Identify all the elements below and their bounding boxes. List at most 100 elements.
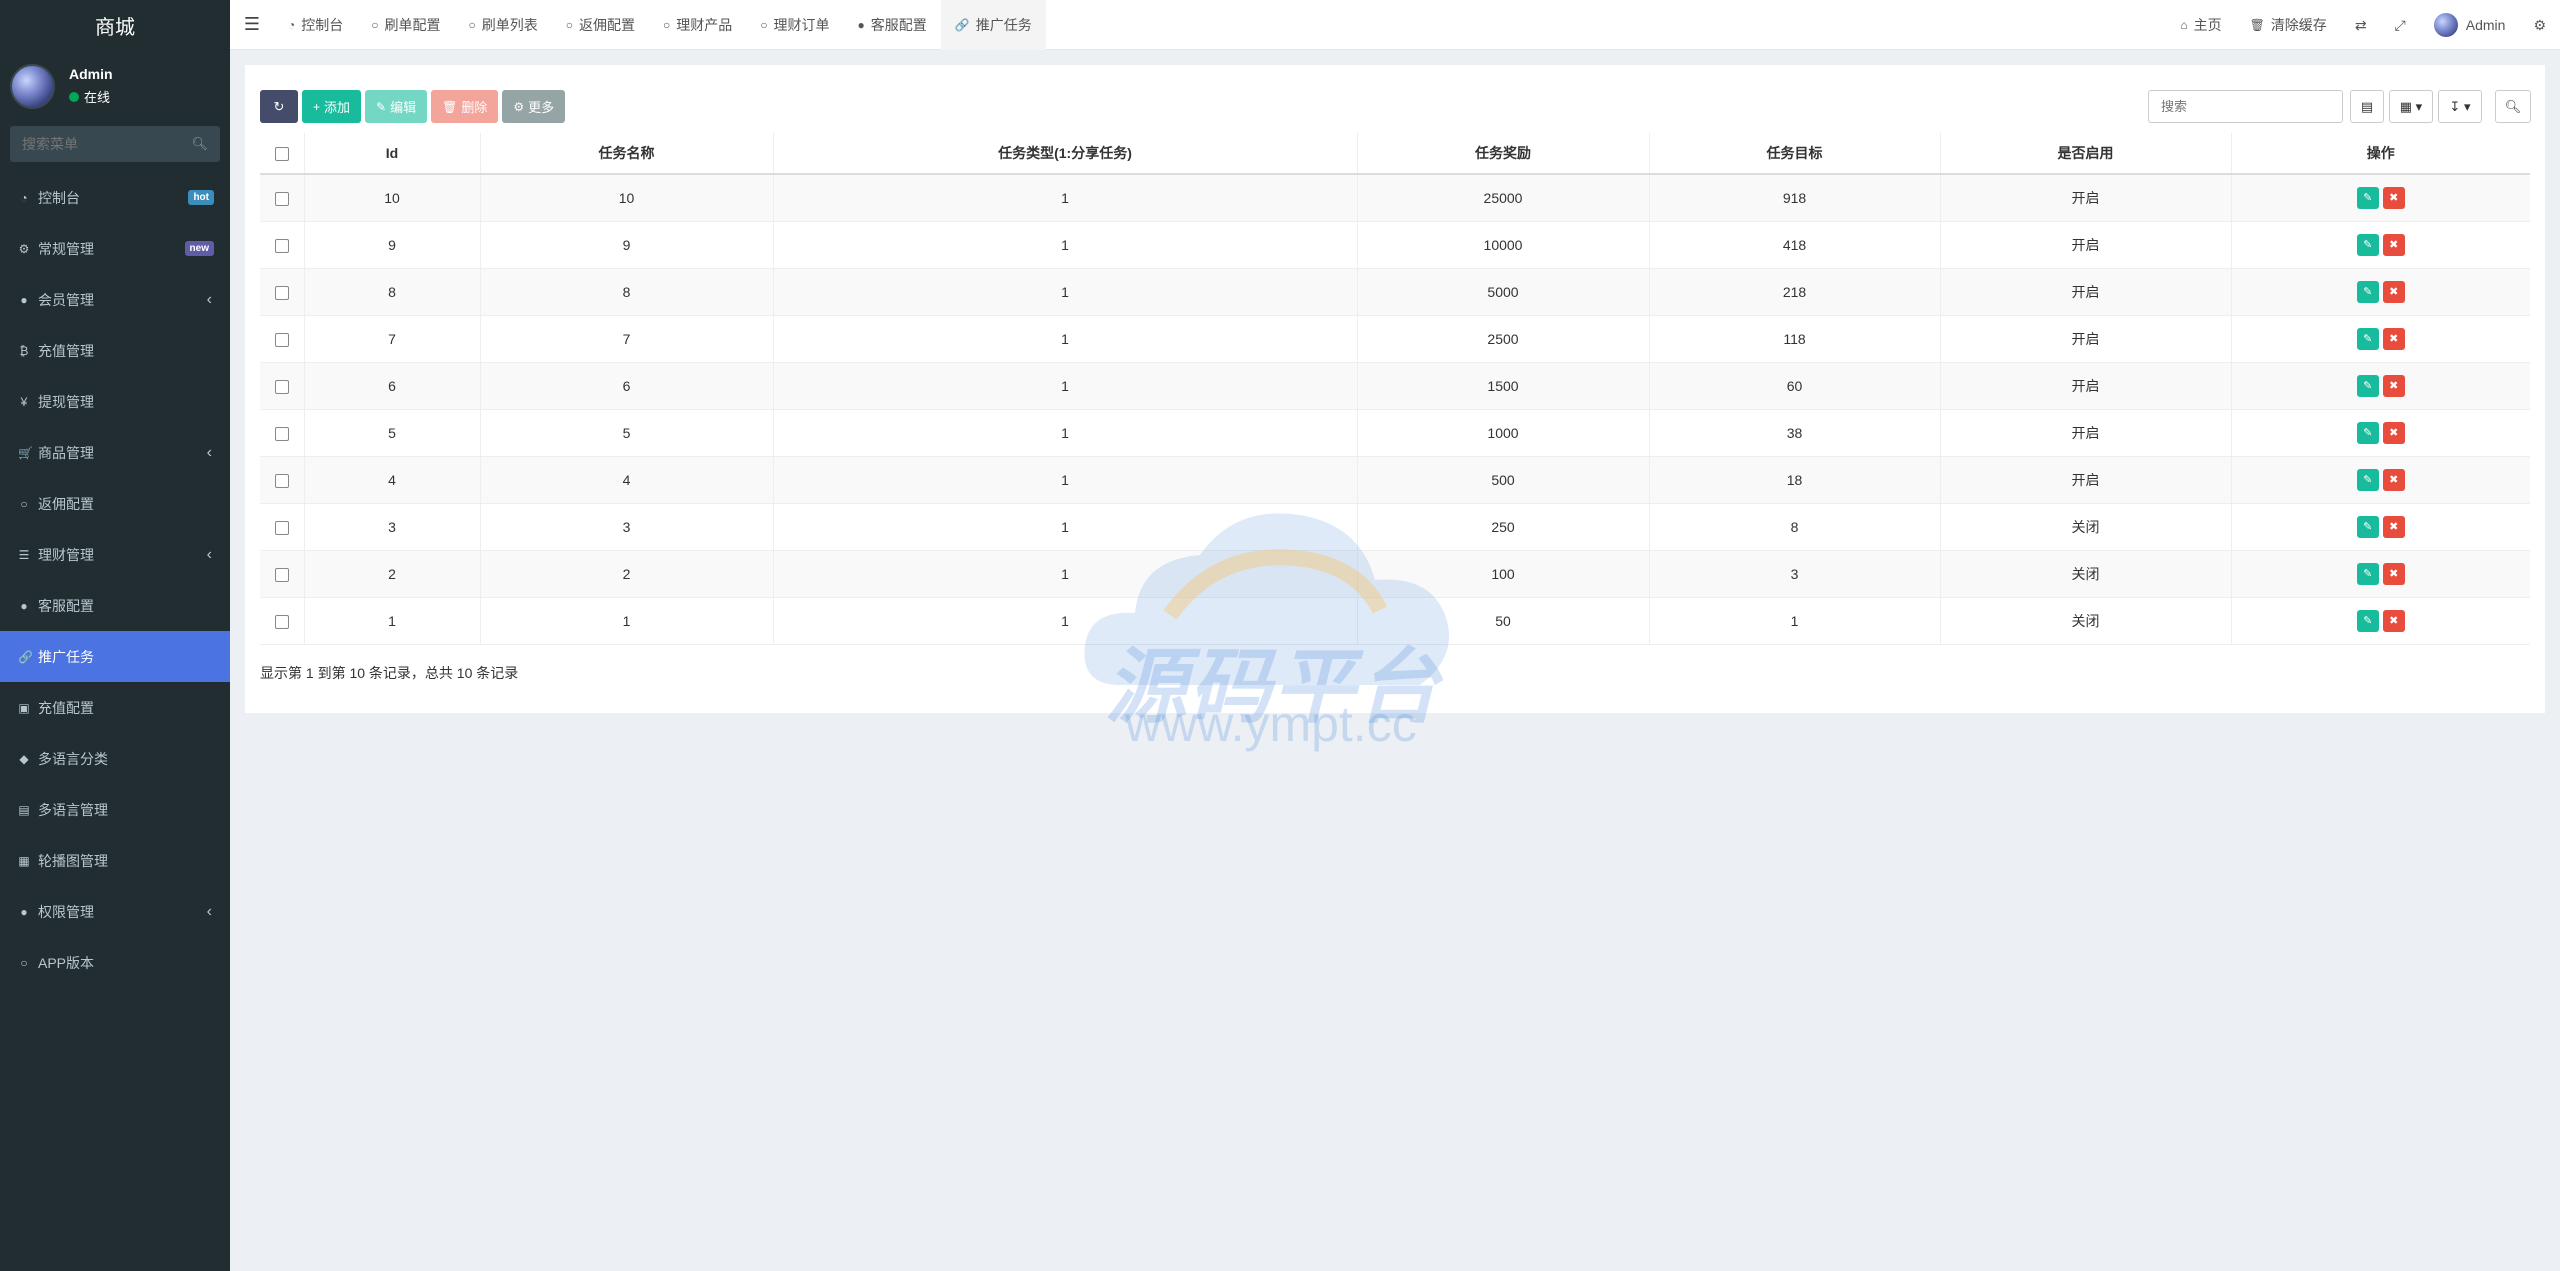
column-header-type[interactable]: 任务类型(1:分享任务) [773, 133, 1358, 175]
table-row[interactable]: 7 7 1 2500 118 开启 ✎ ✖ [260, 315, 2530, 363]
tab-0[interactable]: ◔ 控制台 [274, 0, 357, 50]
check-circle-icon: ● [20, 598, 28, 613]
online-dot-icon [69, 91, 79, 102]
sidebar-item-3[interactable]: ₿ 充值管理 [0, 325, 230, 376]
row-checkbox[interactable] [274, 191, 289, 206]
row-checkbox[interactable] [274, 473, 289, 488]
tab-1[interactable]: ○ 刷单配置 [357, 0, 454, 50]
sidebar-item-9[interactable]: 🔗 推广任务 [0, 631, 230, 682]
table-row[interactable]: 5 5 1 1000 38 开启 ✎ ✖ [260, 409, 2530, 457]
row-checkbox[interactable] [274, 332, 289, 347]
table-row[interactable]: 10 10 1 25000 918 开启 ✎ ✖ [260, 174, 2530, 222]
delete-row-button[interactable]: ✖ [2382, 233, 2405, 256]
edit-row-button[interactable]: ✎ [2356, 515, 2379, 538]
sidebar-item-10[interactable]: ▣ 充值配置 [0, 682, 230, 733]
export-dropdown[interactable]: ↧ ▾ [2438, 90, 2482, 123]
sidebar-item-4[interactable]: ¥ 提现管理 [0, 376, 230, 427]
add-button[interactable]: + 添加 [302, 90, 362, 123]
column-header-name[interactable]: 任务名称 [480, 133, 774, 175]
edit-row-button[interactable]: ✎ [2356, 327, 2379, 350]
table-row[interactable]: 8 8 1 5000 218 开启 ✎ ✖ [260, 268, 2530, 316]
home-link[interactable]: ⌂ 主页 [2166, 15, 2235, 35]
row-checkbox[interactable] [274, 426, 289, 441]
delete-row-button[interactable]: ✖ [2382, 186, 2405, 209]
sidebar-search-input[interactable] [22, 136, 182, 152]
column-header-enabled[interactable]: 是否启用 [1940, 133, 2232, 175]
edit-row-button[interactable]: ✎ [2356, 280, 2379, 303]
sidebar-item-11[interactable]: ◆ 多语言分类 [0, 733, 230, 784]
table-row[interactable]: 3 3 1 250 8 关闭 ✎ ✖ [260, 503, 2530, 551]
select-all-checkbox[interactable] [274, 147, 289, 162]
edit-row-button[interactable]: ✎ [2356, 609, 2379, 632]
refresh-button[interactable]: ↻ [260, 90, 298, 123]
sidebar-item-6[interactable]: ○ 返佣配置 [0, 478, 230, 529]
sidebar-item-15[interactable]: ○ APP版本 [0, 937, 230, 988]
column-header-target[interactable]: 任务目标 [1649, 133, 1941, 175]
tab-4[interactable]: ○ 理财产品 [649, 0, 746, 50]
table-search-input[interactable] [2148, 90, 2343, 123]
sidebar-item-0[interactable]: ◔ 控制台 hot [0, 172, 230, 223]
cell-reward: 1000 [1357, 409, 1650, 457]
tab-2[interactable]: ○ 刷单列表 [455, 0, 552, 50]
edit-row-button[interactable]: ✎ [2356, 233, 2379, 256]
content-panel: ↻ +添加 ✎编辑 🗑︎删除 ⚙更多 ▤ ▦ ▾ ↧ ▾ 🔍︎ Id 任务名称 … [245, 65, 2545, 713]
sidebar-item-1[interactable]: ⚙ 常规管理 new [0, 223, 230, 274]
tab-6[interactable]: ● 客服配置 [844, 0, 941, 50]
delete-row-button[interactable]: ✖ [2382, 468, 2405, 491]
table-row[interactable]: 4 4 1 500 18 开启 ✎ ✖ [260, 456, 2530, 504]
delete-row-button[interactable]: ✖ [2382, 515, 2405, 538]
row-checkbox[interactable] [274, 379, 289, 394]
control-sidebar-button[interactable]: ⚙ [2519, 17, 2560, 34]
pencil-icon: ✎ [376, 99, 387, 114]
edit-button[interactable]: ✎ 编辑 [365, 90, 428, 123]
delete-row-button[interactable]: ✖ [2382, 374, 2405, 397]
table-row[interactable]: 1 1 1 50 1 关闭 ✎ ✖ [260, 597, 2530, 645]
toggle-view-button[interactable]: ▤ [2350, 90, 2384, 123]
sidebar-item-8[interactable]: ● 客服配置 [0, 580, 230, 631]
columns-dropdown[interactable]: ▦ ▾ [2389, 90, 2433, 123]
delete-row-button[interactable]: ✖ [2382, 609, 2405, 632]
translate-button[interactable]: ⇄ [2341, 17, 2381, 34]
row-checkbox[interactable] [274, 614, 289, 629]
delete-row-button[interactable]: ✖ [2382, 280, 2405, 303]
edit-row-button[interactable]: ✎ [2356, 186, 2379, 209]
edit-row-button[interactable]: ✎ [2356, 374, 2379, 397]
column-header-reward[interactable]: 任务奖励 [1357, 133, 1650, 175]
column-header-id[interactable]: Id [304, 133, 481, 175]
fullscreen-button[interactable]: ⤢ [2381, 17, 2420, 34]
sidebar-item-14[interactable]: ● 权限管理 ‹ [0, 886, 230, 937]
tab-3[interactable]: ○ 返佣配置 [552, 0, 649, 50]
more-button[interactable]: ⚙ 更多 [502, 90, 566, 123]
table-row[interactable]: 2 2 1 100 3 关闭 ✎ ✖ [260, 550, 2530, 598]
user-name: Admin [69, 66, 113, 82]
cell-enabled: 开启 [1940, 456, 2232, 504]
row-checkbox[interactable] [274, 520, 289, 535]
list-icon: ☰ [18, 547, 30, 562]
table-row[interactable]: 6 6 1 1500 60 开启 ✎ ✖ [260, 362, 2530, 410]
search-icon[interactable]: 🔍︎ [191, 136, 208, 152]
row-checkbox[interactable] [274, 285, 289, 300]
sidebar-item-12[interactable]: ▤ 多语言管理 [0, 784, 230, 835]
tab-5[interactable]: ○ 理财订单 [746, 0, 843, 50]
edit-row-button[interactable]: ✎ [2356, 562, 2379, 585]
sidebar-item-13[interactable]: ▦ 轮播图管理 [0, 835, 230, 886]
delete-row-button[interactable]: ✖ [2382, 562, 2405, 585]
user-menu[interactable]: Admin [2420, 13, 2520, 37]
row-checkbox[interactable] [274, 238, 289, 253]
row-checkbox[interactable] [274, 567, 289, 582]
app-logo[interactable]: 商城 [0, 0, 230, 50]
sidebar-item-5[interactable]: 🛒 商品管理 ‹ [0, 427, 230, 478]
sidebar-toggle-icon[interactable]: ☰ [230, 14, 274, 35]
delete-button[interactable]: 🗑︎ 删除 [431, 90, 499, 123]
sidebar-item-7[interactable]: ☰ 理财管理 ‹ [0, 529, 230, 580]
edit-row-button[interactable]: ✎ [2356, 468, 2379, 491]
table-row[interactable]: 9 9 1 10000 418 开启 ✎ ✖ [260, 221, 2530, 269]
edit-row-button[interactable]: ✎ [2356, 421, 2379, 444]
delete-row-button[interactable]: ✖ [2382, 327, 2405, 350]
table-body: 10 10 1 25000 918 开启 ✎ ✖ 9 9 1 10000 418 开启 ✎ ✖ 8 8 1 5000 2… [260, 174, 2530, 645]
tab-7[interactable]: 🔗 推广任务 [940, 0, 1046, 50]
sidebar-item-2[interactable]: ● 会员管理 ‹ [0, 274, 230, 325]
clear-cache-button[interactable]: 🗑︎ 清除缓存 [2236, 15, 2341, 35]
advanced-search-button[interactable]: 🔍︎ [2495, 90, 2531, 123]
delete-row-button[interactable]: ✖ [2382, 421, 2405, 444]
